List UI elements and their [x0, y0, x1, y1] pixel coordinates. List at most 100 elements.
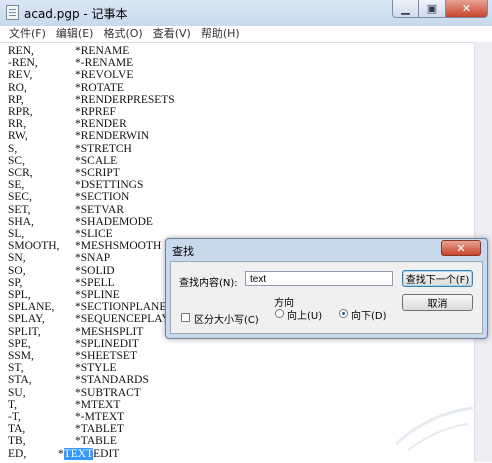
line-command: *MTEXT: [75, 398, 121, 411]
line-key: -REN,: [8, 57, 38, 70]
line-command: *SHADEMODE: [75, 215, 153, 228]
line-key: T,: [8, 398, 18, 411]
line-key: SCR,: [8, 167, 33, 179]
line-key: REN,: [8, 45, 34, 57]
menu-bar: 文件(F) 编辑(E) 格式(O) 查看(V) 帮助(H): [0, 26, 492, 42]
cancel-button[interactable]: 取消: [402, 294, 473, 311]
line-command: *SPELL: [75, 276, 115, 289]
direction-up-radio[interactable]: [275, 309, 284, 318]
line-key: -T,: [8, 411, 21, 423]
close-icon: ✕: [456, 241, 466, 255]
line-command: *SOLID: [75, 264, 115, 277]
close-icon: ✕: [461, 2, 472, 15]
line-command: *REVOLVE: [75, 69, 134, 82]
line-command: *MESHSMOOTH: [75, 240, 162, 253]
line-command: *SEQUENCEPLAY: [75, 313, 170, 326]
line-key: RO,: [8, 81, 27, 94]
line-key: SPLANE,: [8, 301, 55, 314]
line-key: SMOOTH,: [8, 240, 60, 253]
line-key: SO,: [8, 264, 26, 277]
menu-view[interactable]: 查看(V): [148, 26, 196, 42]
line-command: *SNAP: [75, 252, 111, 265]
match-case-checkbox[interactable]: [181, 313, 190, 322]
menu-help[interactable]: 帮助(H): [196, 26, 245, 42]
line-command: *TABLET: [75, 423, 124, 436]
line-key: STA,: [8, 374, 32, 387]
notepad-icon: [6, 5, 19, 20]
find-next-button[interactable]: 查找下一个(F): [402, 270, 473, 287]
line-command: *SCRIPT: [75, 167, 120, 179]
line-key: S,: [8, 142, 18, 155]
line-key: SHA,: [8, 215, 34, 228]
dialog-title: 查找: [172, 245, 194, 258]
line-command: *SLICE: [75, 228, 113, 240]
find-what-label: 查找内容(N):: [179, 278, 238, 289]
match-case-label: 区分大小写(C): [194, 315, 259, 326]
menu-edit[interactable]: 编辑(E): [51, 26, 99, 42]
restore-icon: ▣: [426, 2, 438, 15]
line-key: RP,: [8, 93, 24, 106]
line-key: RPR,: [8, 106, 33, 118]
line-command: *SHEETSET: [75, 350, 137, 362]
direction-down-radio[interactable]: [339, 309, 348, 318]
direction-up-label: 向上(U): [287, 311, 323, 322]
line-key: SSM,: [8, 350, 34, 362]
selected-match: TEXT: [63, 447, 94, 460]
line-key: SPE,: [8, 337, 31, 350]
line-key: SC,: [8, 154, 25, 167]
line-key: SET,: [8, 203, 31, 216]
line-key: SL,: [8, 228, 25, 240]
minimize-button[interactable]: ▁: [392, 0, 419, 18]
line-key: RR,: [8, 118, 27, 131]
line-key: SPL,: [8, 289, 31, 301]
line-command: *-MTEXT: [75, 411, 125, 423]
menu-format[interactable]: 格式(O): [98, 26, 147, 42]
line-key: ED,: [8, 447, 27, 460]
command-prefix: *: [58, 447, 64, 460]
line-key: REV,: [8, 69, 33, 82]
command-suffix: EDIT: [93, 447, 120, 460]
window-title: acad.pgp - 记事本: [24, 7, 128, 21]
dialog-body: 查找内容(N): text 查找下一个(F) 取消 方向 向上(U) 向下(D)…: [170, 261, 483, 334]
line-command: *RENDERPRESETS: [75, 93, 175, 106]
line-key: ST,: [8, 362, 24, 375]
line-command: *SPLINEDIT: [75, 337, 139, 350]
line-key: SE,: [8, 179, 25, 192]
line-key: SPLIT,: [8, 325, 41, 338]
line-command: *RENDERWIN: [75, 130, 150, 143]
watermark-logo: [394, 406, 474, 451]
line-command: *SCALE: [75, 154, 118, 167]
window-controls: ▁ ▣ ✕: [392, 0, 488, 19]
line-key: RW,: [8, 130, 28, 143]
line-command: *RENAME: [75, 45, 130, 57]
dialog-close-button[interactable]: ✕: [441, 240, 481, 256]
line-command: *STANDARDS: [75, 374, 149, 387]
notepad-window: acad.pgp - 记事本 ▁ ▣ ✕ 文件(F) 编辑(E) 格式(O) 查…: [0, 0, 492, 463]
menu-file[interactable]: 文件(F): [0, 26, 51, 42]
line-key: SEC,: [8, 191, 32, 204]
line-command: *DSETTINGS: [75, 179, 144, 192]
direction-group: 向上(U) 向下(D): [271, 306, 393, 324]
line-command: *SETVAR: [75, 203, 124, 216]
line-key: TB,: [8, 435, 26, 448]
line-key: SPLAY,: [8, 313, 45, 326]
find-dialog: 查找 ✕ 查找内容(N): text 查找下一个(F) 取消 方向 向上(U) …: [165, 238, 488, 339]
line-command: *RENDER: [75, 118, 127, 131]
find-what-input[interactable]: text: [245, 271, 393, 286]
line-command: *TEXTEDIT: [58, 447, 120, 460]
close-button[interactable]: ✕: [446, 0, 488, 18]
line-key: SU,: [8, 386, 26, 399]
maximize-button[interactable]: ▣: [419, 0, 446, 18]
line-command: *ROTATE: [75, 81, 124, 94]
line-command: *RPREF: [75, 106, 116, 118]
line-command: *-RENAME: [75, 57, 134, 70]
line-key: SP,: [8, 276, 23, 289]
line-key: TA,: [8, 423, 26, 436]
line-key: SN,: [8, 252, 26, 265]
title-bar[interactable]: acad.pgp - 记事本 ▁ ▣ ✕: [0, 0, 492, 27]
line-command: *STYLE: [75, 362, 117, 375]
line-command: *MESHSPLIT: [75, 325, 144, 338]
direction-down-label: 向下(D): [351, 311, 387, 322]
line-command: *SUBTRACT: [75, 386, 141, 399]
minimize-icon: ▁: [401, 2, 410, 15]
